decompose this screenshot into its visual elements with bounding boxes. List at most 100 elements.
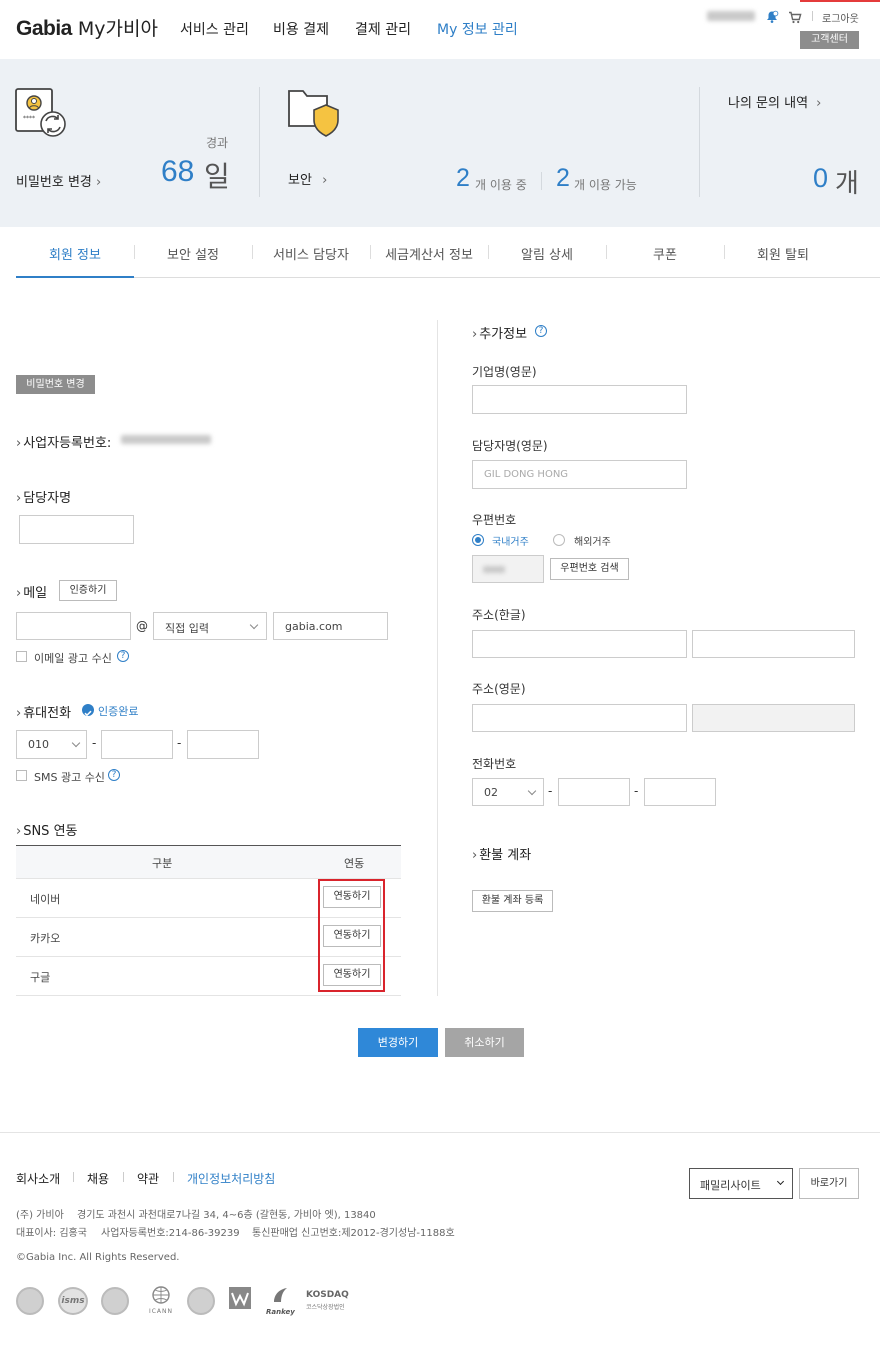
highlight-box	[318, 879, 385, 992]
footer-sep	[73, 1172, 74, 1182]
sns-name-naver: 네이버	[30, 893, 61, 906]
address-ko-input-2[interactable]	[692, 630, 855, 658]
security-link[interactable]: 보안 ›	[288, 169, 327, 188]
verified-status: 인증완료	[98, 705, 139, 718]
email-verify-button[interactable]: 인증하기	[59, 580, 117, 601]
footer-careers-link[interactable]: 채용	[87, 1170, 109, 1187]
inquiry-history-link[interactable]: 나의 문의 내역 ›	[728, 92, 821, 111]
tabs-baseline	[16, 277, 880, 278]
email-ad-checkbox[interactable]	[16, 651, 27, 662]
overseas-label: 해외거주	[574, 537, 611, 548]
tel-last-input[interactable]	[644, 778, 716, 806]
manager-en-input[interactable]: GIL DONG HONG	[472, 460, 687, 489]
isms-logo: isms	[58, 1287, 88, 1315]
go-button[interactable]: 바로가기	[799, 1168, 859, 1199]
cert-seal-logo	[101, 1287, 129, 1315]
nav-cost-payment[interactable]: 비용 결제	[273, 19, 329, 39]
nav-my-info[interactable]: My 정보 관리	[437, 19, 518, 39]
summary-panel	[0, 59, 880, 227]
mobile-prefix-value: 010	[28, 738, 49, 751]
tab-member-info[interactable]: 회원 정보	[16, 244, 134, 263]
footer-ceo: 대표이사: 김홍국	[16, 1228, 87, 1239]
customer-center-button[interactable]: 고객센터	[800, 31, 859, 49]
refund-account-button[interactable]: 환불 계좌 등록	[472, 890, 553, 912]
address-en-label: 주소(영문)	[472, 682, 526, 696]
security-folder-icon	[288, 88, 340, 144]
logout-link[interactable]: 로그아웃	[822, 10, 859, 25]
icann-text: ICANN	[148, 1308, 174, 1315]
address-en-input-2[interactable]	[692, 704, 855, 732]
tab-service-manager[interactable]: 서비스 담당자	[252, 244, 370, 263]
refund-account-label: › 환불 계좌	[472, 848, 532, 863]
footer-address: 경기도 과천시 과천대로7나길 34, 4~6층 (갈현동, 가비아 엣), 1…	[77, 1210, 376, 1221]
header-divider	[812, 11, 813, 21]
address-ko-input-1[interactable]	[472, 630, 687, 658]
radio-dot	[475, 537, 481, 543]
help-icon[interactable]: ?	[108, 769, 120, 781]
icann-logo: ICANN	[146, 1286, 176, 1316]
manager-name-label: › 담당자명	[16, 491, 72, 506]
tab-tax-invoice[interactable]: 세금계산서 정보	[370, 244, 488, 263]
footer-privacy-link[interactable]: 개인정보처리방침	[187, 1170, 275, 1187]
email-local-input[interactable]	[16, 612, 131, 640]
mobile-middle-input[interactable]	[101, 730, 173, 759]
nav-service-management[interactable]: 서비스 관리	[180, 19, 249, 39]
help-icon[interactable]: ?	[117, 650, 129, 662]
password-card-icon: ****	[15, 88, 69, 144]
tel-prefix-value: 02	[484, 786, 498, 799]
change-password-button[interactable]: 비밀번호 변경	[16, 375, 95, 394]
family-site-select[interactable]: 패밀리사이트	[689, 1168, 793, 1199]
email-domain-value: gabia.com	[285, 620, 343, 633]
nav-payment-management[interactable]: 결제 관리	[355, 19, 411, 39]
tel-middle-input[interactable]	[558, 778, 630, 806]
email-domain-select-value: 직접 입력	[165, 622, 209, 635]
cart-icon[interactable]	[788, 9, 802, 28]
footer-terms-link[interactable]: 약관	[137, 1170, 159, 1187]
check-circle-icon	[82, 704, 94, 717]
email-domain-input[interactable]: gabia.com	[273, 612, 388, 640]
tab-notification[interactable]: 알림 상세	[488, 244, 606, 263]
company-en-label: 기업명(영문)	[472, 365, 537, 379]
sms-ad-checkbox[interactable]	[16, 770, 27, 781]
email-ad-label: 이메일 광고 수신	[34, 652, 112, 665]
sms-ad-label: SMS 광고 수신	[34, 771, 105, 784]
password-change-link[interactable]: 비밀번호 변경 ›	[16, 171, 101, 190]
chevron-down-icon	[527, 786, 537, 796]
manager-name-input[interactable]	[19, 515, 134, 544]
mobile-prefix-select[interactable]: 010	[16, 730, 87, 759]
help-icon[interactable]: ?	[535, 325, 547, 337]
mobile-last-input[interactable]	[187, 730, 259, 759]
footer-company-link[interactable]: 회사소개	[16, 1170, 60, 1187]
stat-divider	[541, 172, 542, 190]
zip-label: 우편번호	[472, 513, 517, 527]
zip-input[interactable]	[472, 555, 544, 583]
mobile-label: › 휴대전화	[16, 706, 72, 721]
bell-icon[interactable]	[765, 9, 779, 28]
cert-badge-logo	[16, 1287, 44, 1315]
logo[interactable]: Gabia My가비아	[16, 14, 158, 41]
address-en-input-1[interactable]	[472, 704, 687, 732]
kosdaq-logo: KOSDAQ	[306, 1290, 349, 1300]
chevron-down-icon	[249, 620, 259, 630]
chevron-right-icon: ›	[322, 173, 328, 188]
save-button[interactable]: 변경하기	[358, 1028, 438, 1057]
email-domain-select[interactable]: 직접 입력	[153, 612, 267, 640]
domestic-radio[interactable]	[472, 534, 484, 546]
overseas-radio[interactable]	[553, 534, 565, 546]
footer-divider	[0, 1132, 880, 1133]
zip-search-button[interactable]: 우편번호 검색	[550, 558, 629, 580]
footer-company-name: (주) 가비아	[16, 1210, 64, 1221]
tab-security-settings[interactable]: 보안 설정	[134, 244, 252, 263]
cancel-button[interactable]: 취소하기	[445, 1028, 524, 1057]
sns-name-google: 구글	[30, 971, 51, 984]
panel-divider	[259, 87, 260, 197]
dash: -	[177, 736, 182, 750]
company-en-input[interactable]	[472, 385, 687, 414]
footer-ecommerce: 통신판매업 신고번호:제2012-경기성남-1188호	[252, 1228, 455, 1239]
tab-coupon[interactable]: 쿠폰	[606, 244, 724, 263]
tel-prefix-select[interactable]: 02	[472, 778, 544, 806]
tab-withdraw[interactable]: 회원 탈퇴	[724, 244, 842, 263]
days-unit: 일	[204, 160, 230, 193]
security-in-use-count: 2	[456, 164, 470, 192]
extra-info-label: › 추가정보	[472, 327, 528, 342]
